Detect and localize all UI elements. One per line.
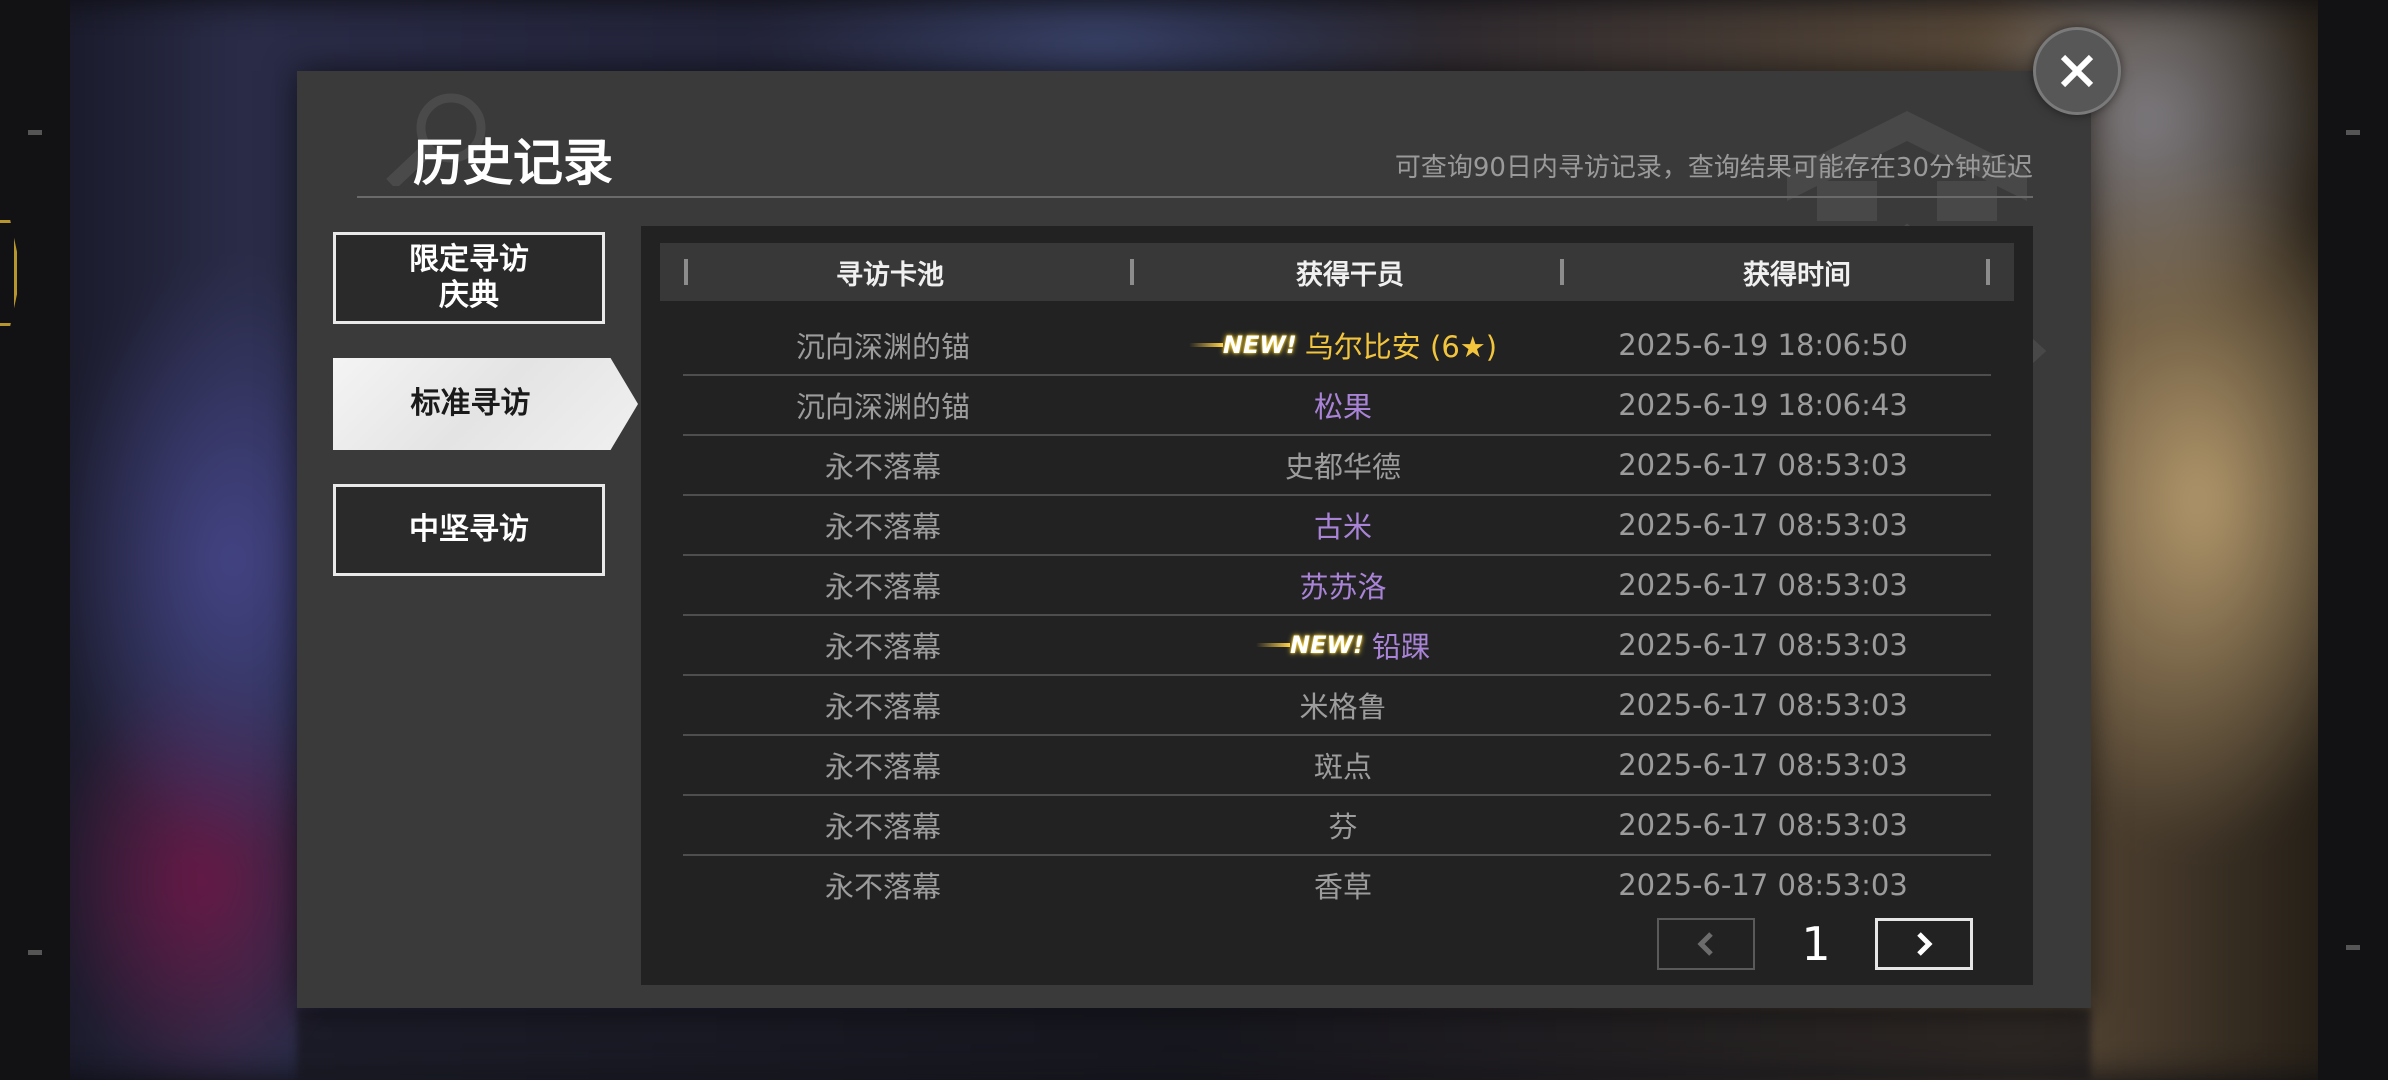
close-button[interactable] [2033,27,2121,115]
table-row: 永不落幕 苏苏洛 2025-6-17 08:53:03 [683,556,1991,616]
cell-time: 2025-6-17 08:53:03 [1618,748,1908,782]
chevron-left-icon [1697,932,1713,956]
cell-operator: 米格鲁 [1083,676,1603,734]
prev-page-button[interactable] [1657,918,1755,970]
title-divider [357,196,2033,198]
cell-time: 2025-6-17 08:53:03 [1618,808,1908,842]
table-row: 永不落幕 史都华德 2025-6-17 08:53:03 [683,436,1991,496]
operator-name: 香草 [1313,870,1372,904]
cell-time: 2025-6-17 08:53:03 [1618,568,1908,602]
frame-tick [2346,130,2360,135]
cell-pool: 永不落幕 [824,870,941,904]
cell-operator: NEW! 乌尔比安 (6★) [1083,316,1603,374]
header-time: 获得时间 [1743,259,1851,291]
operator-name: 乌尔比安 (6★) [1304,330,1498,364]
header-operator: 获得干员 [1296,259,1404,291]
cell-pool: 沉向深渊的锚 [795,390,970,424]
operator-name: 斑点 [1313,750,1372,784]
operator-name: 松果 [1313,390,1372,424]
cell-pool: 沉向深渊的锚 [795,330,970,364]
close-icon [2060,54,2094,88]
game-screen: 历史记录 可查询90日内寻访记录，查询结果可能存在30分钟延迟 限定寻访 庆典 … [0,0,2388,1080]
cell-operator: NEW! 铅踝 [1083,616,1603,674]
next-page-button[interactable] [1875,918,1973,970]
cell-pool: 永不落幕 [824,510,941,544]
current-page: 1 [1801,917,1831,971]
new-badge: NEW! [1256,631,1364,659]
cell-time: 2025-6-19 18:06:43 [1618,388,1908,422]
tab-label: 中坚寻访 [409,512,529,547]
table-body: 沉向深渊的锚 NEW! 乌尔比安 (6★) 2025-6-19 18:06:50 沉向深… [683,316,1991,914]
operator-name: 古米 [1313,510,1372,544]
cell-operator: 古米 [1083,496,1603,554]
history-table: 寻访卡池 获得干员 获得时间 沉向深渊的锚 NEW! 乌尔比安 (6★) 2025-6… [641,226,2033,985]
cell-operator: 苏苏洛 [1083,556,1603,614]
table-row: 沉向深渊的锚 松果 2025-6-19 18:06:43 [683,376,1991,436]
cell-time: 2025-6-17 08:53:03 [1618,688,1908,722]
operator-name: 米格鲁 [1299,690,1387,724]
table-row: 永不落幕 斑点 2025-6-17 08:53:03 [683,736,1991,796]
table-row: 永不落幕 香草 2025-6-17 08:53:03 [683,856,1991,914]
cell-operator: 香草 [1083,856,1603,914]
table-row: 永不落幕 古米 2025-6-17 08:53:03 [683,496,1991,556]
tab-kernel-headhunting[interactable]: 中坚寻访 [333,484,605,576]
cell-time: 2025-6-17 08:53:03 [1618,628,1908,662]
left-frame-bar [0,0,70,1080]
right-frame-bar [2318,0,2388,1080]
table-row: 永不落幕 芬 2025-6-17 08:53:03 [683,796,1991,856]
new-badge: NEW! [1188,331,1297,359]
cell-time: 2025-6-17 08:53:03 [1618,448,1908,482]
cell-pool: 永不落幕 [824,810,941,844]
operator-name: 芬 [1328,810,1358,844]
dialog-subtitle: 可查询90日内寻访记录，查询结果可能存在30分钟延迟 [1394,153,2033,183]
cell-operator: 斑点 [1083,736,1603,794]
operator-name: 铅踝 [1371,630,1430,664]
cell-pool: 永不落幕 [824,690,941,724]
cell-time: 2025-6-17 08:53:03 [1618,868,1908,902]
frame-tick [28,130,42,135]
cell-operator: 芬 [1083,796,1603,854]
table-header: 寻访卡池 获得干员 获得时间 [660,243,2014,301]
operator-name: 史都华德 [1284,450,1401,484]
operator-name: 苏苏洛 [1299,570,1387,604]
bottom-blur-strip [297,1008,2091,1080]
frame-tick [28,950,42,955]
tab-label: 标准寻访 [410,386,531,421]
cell-pool: 永不落幕 [824,630,941,664]
header-pool: 寻访卡池 [836,259,944,291]
chevron-right-icon [1917,932,1933,956]
tab-limited-headhunting[interactable]: 限定寻访 庆典 [333,232,605,324]
cell-pool: 永不落幕 [824,450,941,484]
table-row: 沉向深渊的锚 NEW! 乌尔比安 (6★) 2025-6-19 18:06:50 [683,316,1991,376]
history-dialog: 历史记录 可查询90日内寻访记录，查询结果可能存在30分钟延迟 限定寻访 庆典 … [297,71,2091,1008]
dialog-title: 历史记录 [413,134,613,192]
cell-pool: 永不落幕 [824,750,941,784]
cell-time: 2025-6-17 08:53:03 [1618,508,1908,542]
frame-tick [2346,945,2360,950]
cell-pool: 永不落幕 [824,570,941,604]
tab-label: 限定寻访 庆典 [409,242,529,313]
cell-operator: 史都华德 [1083,436,1603,494]
table-row: 永不落幕 NEW! 铅踝 2025-6-17 08:53:03 [683,616,1991,676]
tab-standard-headhunting[interactable]: 标准寻访 [333,358,638,450]
cell-operator: 松果 [1083,376,1603,434]
table-row: 永不落幕 米格鲁 2025-6-17 08:53:03 [683,676,1991,736]
cell-time: 2025-6-19 18:06:50 [1618,328,1908,362]
